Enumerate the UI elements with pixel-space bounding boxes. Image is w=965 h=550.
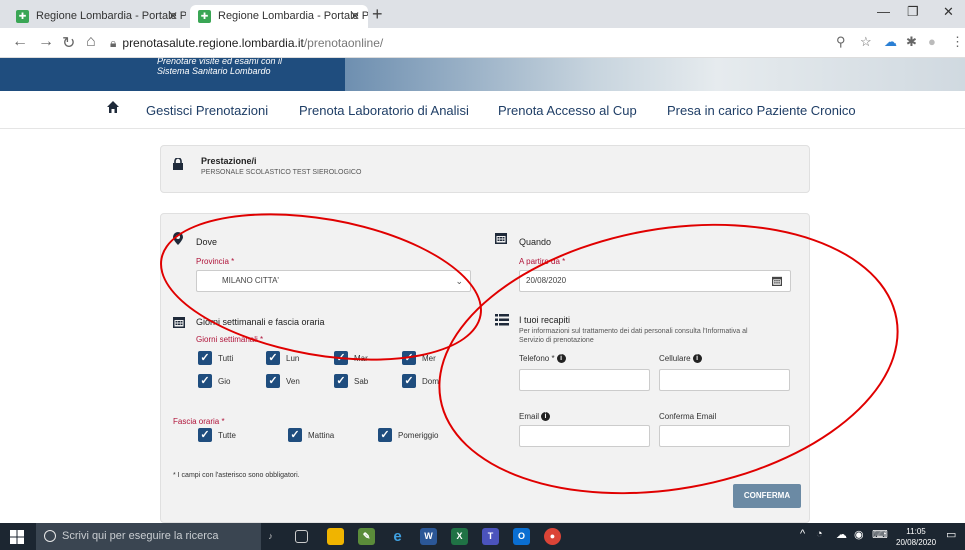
search-circle-icon bbox=[44, 530, 56, 542]
fascia-label-pomeriggio: Pomeriggio bbox=[398, 431, 439, 440]
clock-date: 20/08/2020 bbox=[896, 538, 937, 547]
taskbar-clock[interactable]: 11:05 20/08/2020 bbox=[896, 526, 936, 548]
extension-cloud-icon[interactable]: ☁ bbox=[884, 34, 897, 50]
checkbox-dom[interactable]: ✓ bbox=[402, 374, 416, 388]
app-icon[interactable]: ✎ bbox=[358, 528, 375, 545]
microphone-icon[interactable]: ♪ bbox=[262, 528, 279, 545]
taskbar-search-placeholder: Scrivi qui per eseguire la ricerca bbox=[62, 530, 219, 542]
tray-volume-icon[interactable]: ◉ bbox=[854, 528, 864, 541]
clock-time: 11:05 bbox=[906, 527, 926, 536]
url-host: prenotasalute.regione.lombardia.it bbox=[122, 36, 304, 50]
file-explorer-icon[interactable] bbox=[327, 528, 344, 545]
back-icon[interactable]: ← bbox=[12, 33, 28, 51]
new-tab-icon[interactable]: + bbox=[372, 4, 383, 25]
browser-tab[interactable]: ✚ Regione Lombardia - Portale Pre ✕ bbox=[8, 5, 186, 28]
calendar-icon bbox=[495, 233, 507, 244]
tab-title: Regione Lombardia - Portale Pre bbox=[218, 10, 368, 22]
close-tab-icon[interactable]: ✕ bbox=[350, 5, 360, 28]
nav-prenota-cup[interactable]: Prenota Accesso al Cup bbox=[498, 103, 637, 118]
fascia-label: Fascia oraria * bbox=[173, 417, 225, 426]
regione-favicon-icon: ✚ bbox=[16, 10, 29, 23]
nav-gestisci-prenotazioni[interactable]: Gestisci Prenotazioni bbox=[146, 103, 268, 118]
outlook-icon[interactable]: O bbox=[513, 528, 530, 545]
task-view-icon[interactable] bbox=[295, 530, 308, 543]
windows-taskbar: Scrivi qui per eseguire la ricerca ♪ ✎ e… bbox=[0, 523, 965, 550]
checkbox-lun[interactable]: ✓ bbox=[266, 351, 280, 365]
forward-icon[interactable]: → bbox=[38, 33, 54, 51]
nav-paziente-cronico[interactable]: Presa in carico Paziente Cronico bbox=[667, 103, 856, 118]
required-fields-note: * I campi con l'asterisco sono obbligato… bbox=[173, 472, 300, 479]
tray-keyboard-icon[interactable]: ⌨ bbox=[872, 528, 888, 541]
regione-favicon-icon: ✚ bbox=[198, 10, 211, 23]
tray-network-icon[interactable]: ◔ bbox=[816, 528, 823, 540]
prestazione-title: Prestazione/i bbox=[201, 156, 257, 166]
word-icon[interactable]: W bbox=[420, 528, 437, 545]
tray-chevron-icon[interactable]: ^ bbox=[800, 528, 805, 540]
checkbox-pomeriggio[interactable]: ✓ bbox=[378, 428, 392, 442]
day-label-lun: Lun bbox=[286, 354, 300, 363]
calendar-icon bbox=[173, 317, 185, 328]
teams-icon[interactable]: T bbox=[482, 528, 499, 545]
confirm-button[interactable]: CONFERMA bbox=[733, 484, 801, 508]
tab-title: Regione Lombardia - Portale Pre bbox=[36, 10, 186, 22]
checkbox-gio[interactable]: ✓ bbox=[198, 374, 212, 388]
browser-tab-active[interactable]: ✚ Regione Lombardia - Portale Pre ✕ bbox=[190, 5, 368, 28]
url-path: /prenotaonline/ bbox=[303, 36, 384, 50]
fascia-label-mattina: Mattina bbox=[308, 431, 335, 440]
browser-tab-bar: ✚ Regione Lombardia - Portale Pre ✕ ✚ Re… bbox=[0, 0, 965, 28]
excel-icon[interactable]: X bbox=[451, 528, 468, 545]
home-icon[interactable] bbox=[107, 101, 119, 113]
day-label-tutti: Tutti bbox=[218, 354, 234, 363]
notifications-icon[interactable]: ▭ bbox=[946, 528, 956, 541]
prestazione-card: Prestazione/i PERSONALE SCOLASTICO TEST … bbox=[160, 145, 810, 193]
prestazione-value: PERSONALE SCOLASTICO TEST SIEROLOGICO bbox=[201, 169, 362, 176]
lock-icon: 🔒︎ bbox=[110, 36, 117, 50]
restore-icon[interactable]: ❐ bbox=[907, 4, 919, 20]
checkbox-ven[interactable]: ✓ bbox=[266, 374, 280, 388]
main-nav: Gestisci Prenotazioni Prenota Laboratori… bbox=[0, 91, 965, 129]
bookmark-star-icon[interactable]: ☆ bbox=[860, 34, 872, 50]
lock-icon bbox=[173, 158, 183, 170]
zoom-icon[interactable]: ⚲ bbox=[836, 34, 846, 50]
day-label-ven: Ven bbox=[286, 377, 300, 386]
checkbox-tutte[interactable]: ✓ bbox=[198, 428, 212, 442]
edge-icon[interactable]: e bbox=[389, 528, 406, 545]
url-field[interactable]: 🔒︎ prenotasalute.regione.lombardia.it/pre… bbox=[110, 36, 383, 51]
fascia-label-tutte: Tutte bbox=[218, 431, 236, 440]
checkbox-mattina[interactable]: ✓ bbox=[288, 428, 302, 442]
chrome-icon[interactable]: ● bbox=[544, 528, 561, 545]
tray-onedrive-icon[interactable]: ☁ bbox=[836, 528, 847, 541]
hero-line-2: Sistema Sanitario Lombardo bbox=[157, 66, 271, 76]
profile-avatar-icon[interactable]: ● bbox=[928, 34, 936, 49]
hero-line-1: Prenotare visite ed esami con il bbox=[157, 58, 283, 66]
hero-image bbox=[345, 58, 965, 91]
day-label-gio: Gio bbox=[218, 377, 231, 386]
nav-prenota-laboratorio[interactable]: Prenota Laboratorio di Analisi bbox=[299, 103, 469, 118]
checkbox-sab[interactable]: ✓ bbox=[334, 374, 348, 388]
windows-start-icon[interactable] bbox=[10, 530, 24, 544]
home-browser-icon[interactable]: ⌂ bbox=[86, 33, 96, 51]
browser-menu-icon[interactable]: ⋮ bbox=[951, 34, 964, 50]
close-tab-icon[interactable]: ✕ bbox=[168, 5, 178, 28]
hero-text: Prenotare visite ed esami con il Sistema… bbox=[157, 58, 282, 76]
minimize-icon[interactable]: — bbox=[877, 4, 890, 19]
close-window-icon[interactable]: ✕ bbox=[943, 4, 954, 20]
address-bar: ← → ↻ ⌂ 🔒︎ prenotasalute.regione.lombardi… bbox=[0, 28, 965, 58]
reload-icon[interactable]: ↻ bbox=[62, 33, 75, 53]
quando-title: Quando bbox=[519, 237, 552, 247]
day-label-sab: Sab bbox=[354, 377, 369, 386]
hero-banner: Prenotare visite ed esami con il Sistema… bbox=[0, 58, 965, 91]
checkbox-tutti[interactable]: ✓ bbox=[198, 351, 212, 365]
taskbar-search[interactable]: Scrivi qui per eseguire la ricerca bbox=[36, 523, 261, 550]
extensions-puzzle-icon[interactable]: ✱ bbox=[906, 34, 917, 50]
day-label-dom: Dom bbox=[422, 377, 439, 386]
